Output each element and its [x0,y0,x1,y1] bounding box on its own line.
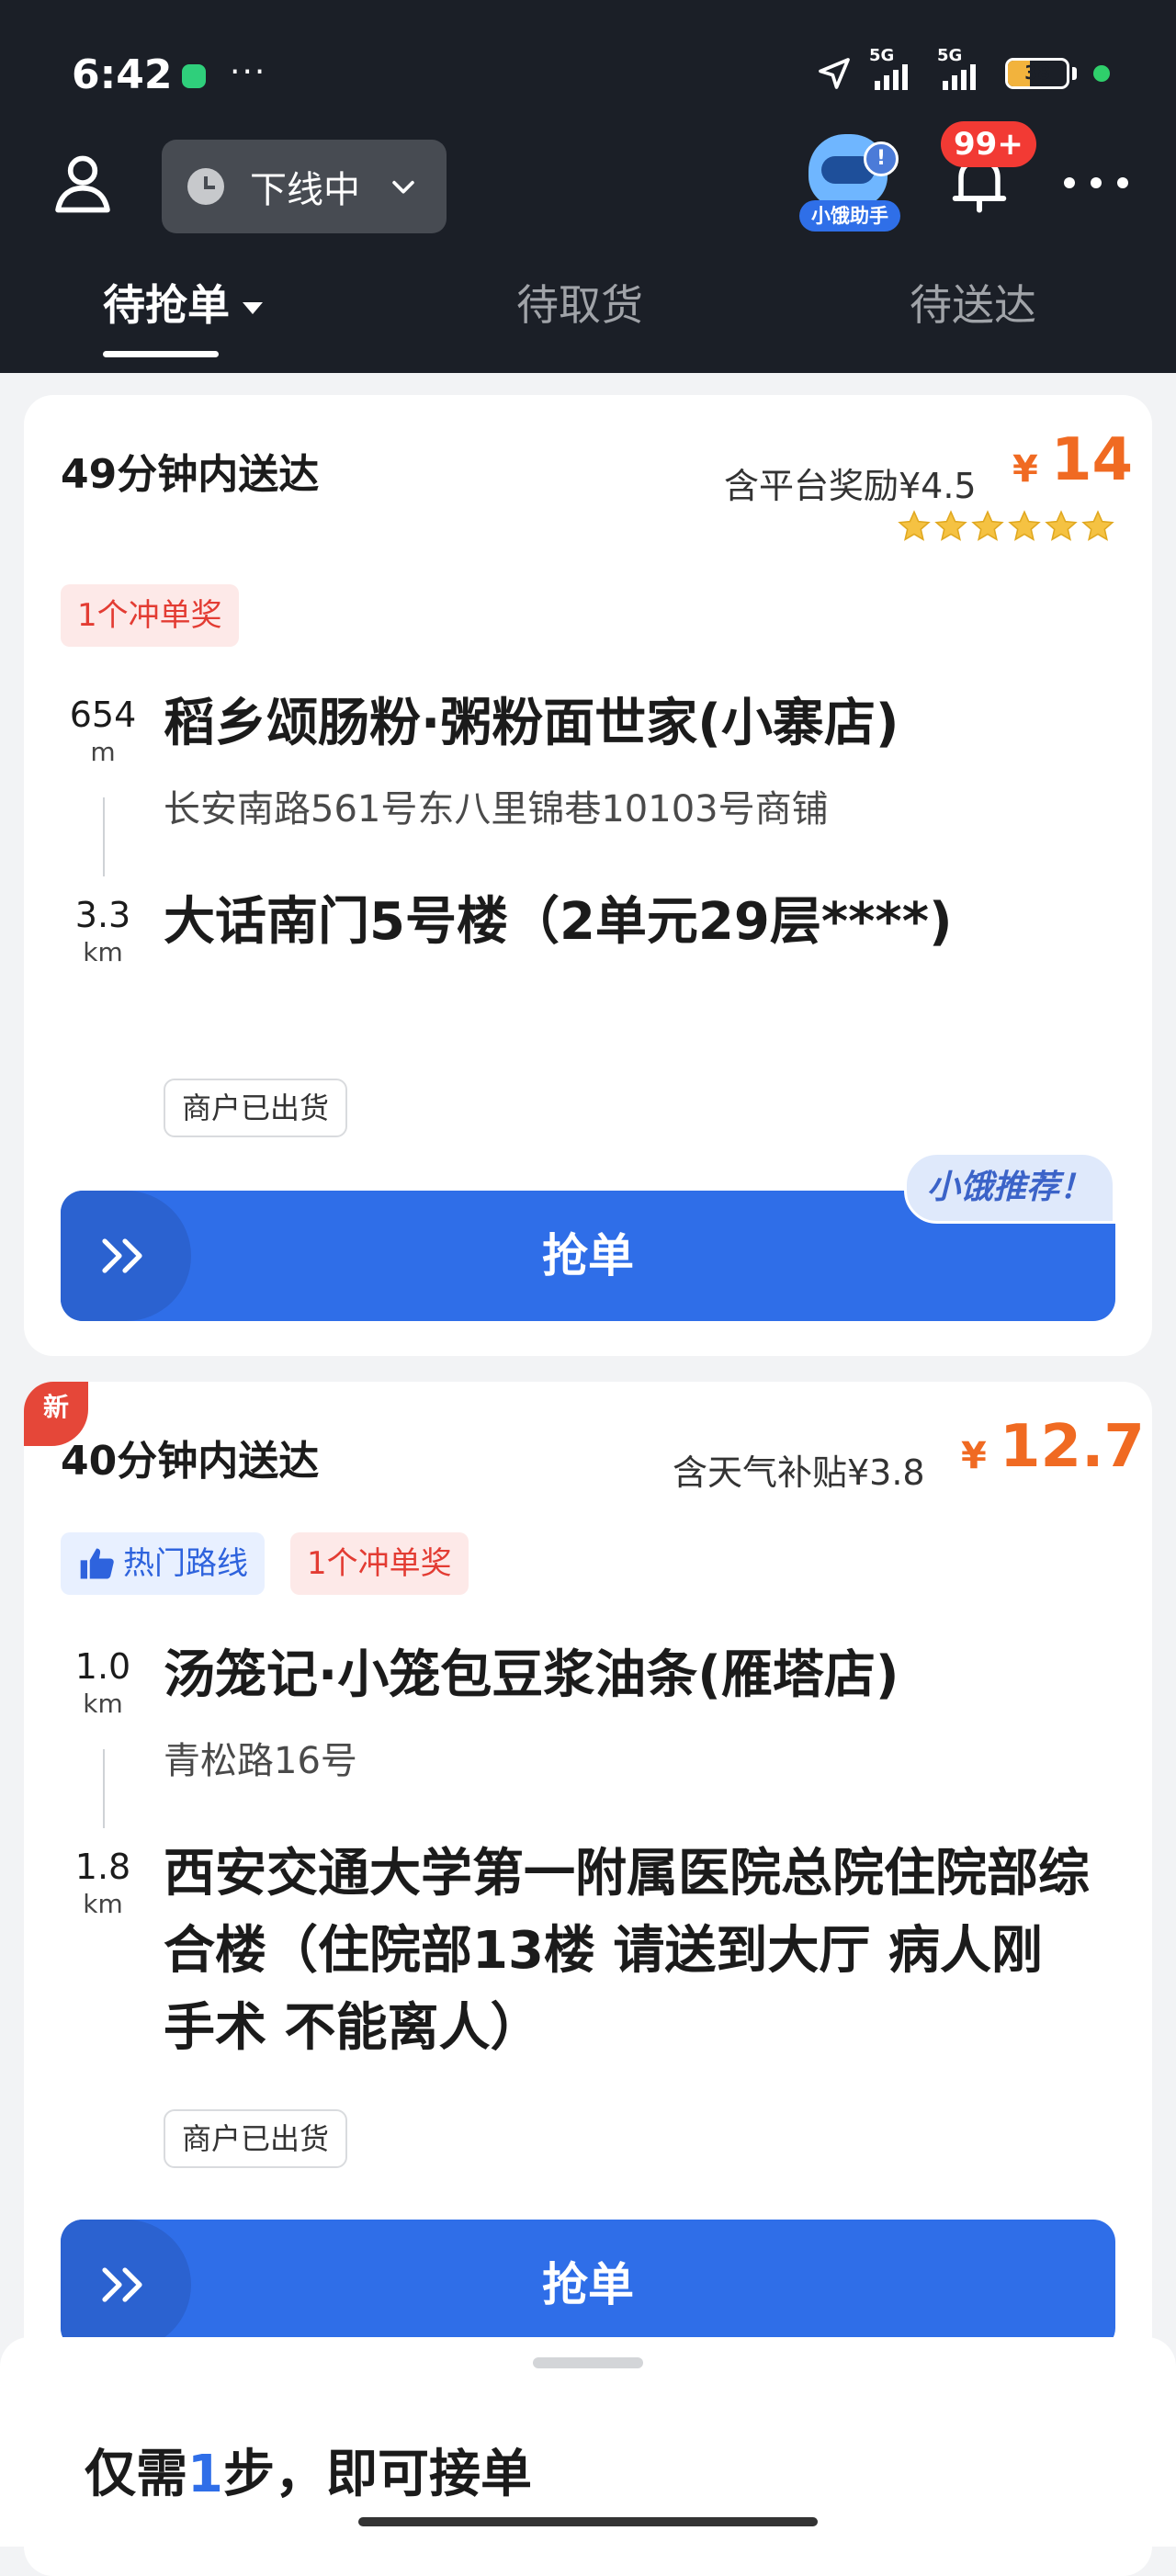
top-header: 6:42 ··· 5G 5G 38 下线中 ! 小饿助手 99+ 待抢单 待取货… [0,0,1176,373]
star-icon [1081,510,1114,541]
star-icon [971,510,1004,541]
network-type-label: 5G [869,46,895,65]
pickup-distance: 1.0 km [74,1646,131,1719]
grab-order-label: 抢单 [542,2258,634,2311]
merchant-shipped-badge: 商户已出货 [164,2109,348,2168]
order-tabs: 待抢单 待取货 待送达 [0,272,1176,373]
shop-address: 青松路16号 [164,1740,357,1782]
status-overflow-icon: ··· [230,53,267,91]
star-icon [1008,510,1041,541]
pickup-distance: 654 m [69,695,137,767]
destination-address: 西安交通大学第一附属医院总院住院部综合楼（住院部13楼 请送到大厅 病人刚手术 … [164,1844,1090,2058]
online-status-label: 下线中 [250,169,360,211]
tab-pending-grab[interactable]: 待抢单 [103,272,263,333]
signal-5g-icon-1: 5G [869,46,921,90]
battery-level: 38 [1024,62,1050,84]
privacy-indicator-dot [1093,65,1110,82]
sheet-drag-handle[interactable] [533,2357,643,2368]
bonus-text: 含平台奖励¥4.5 [724,466,977,506]
assistant-button[interactable]: ! 小饿助手 [794,134,906,237]
thumbs-up-icon [80,1548,114,1579]
route-line [103,797,105,876]
dropoff-distance: 1.8 km [74,1847,131,1919]
active-tab-indicator [103,351,219,357]
signal-5g-icon-2: 5G [937,46,989,90]
home-indicator[interactable] [358,2517,818,2526]
step-count: 1 [187,2445,223,2504]
hot-route-tag: 热门路线 [61,1532,265,1595]
star-icon [934,510,967,541]
shop-name: 稻乡颂肠粉·粥粉面世家(小寨店) [164,694,899,753]
bottom-sheet[interactable]: 仅需1步，即可接单 [0,2337,1176,2547]
shop-address: 长安南路561号东八里锦巷10103号商铺 [164,788,829,830]
sheet-title: 仅需1步，即可接单 [85,2445,532,2504]
shop-name: 汤笼记·小笼包豆浆油条(雁塔店) [164,1645,899,1705]
clock-icon [187,168,224,205]
rush-bonus-tag: 1个冲单奖 [290,1532,469,1595]
rating-stars [897,509,1115,544]
merchant-shipped-badge: 商户已出货 [164,1079,348,1137]
battery-icon: 38 [1005,58,1077,89]
online-status-dropdown[interactable]: 下线中 [162,140,447,233]
assistant-label: 小饿助手 [799,200,900,232]
network-type-label: 5G [937,46,963,65]
destination-address: 大话南门5号楼（2单元29层****) [164,892,953,952]
star-icon [898,510,931,541]
tab-pending-pickup[interactable]: 待取货 [516,272,643,333]
currency-symbol: ¥ [1012,448,1038,491]
notification-count-badge: 99+ [941,121,1036,167]
order-card[interactable]: 49分钟内送达 含平台奖励¥4.5 ¥ 14 1个冲单奖 654 m 稻乡颂肠粉… [24,395,1152,1356]
chevron-down-icon [392,180,414,194]
recommend-badge: 小饿推荐！ [903,1152,1115,1224]
tab-pending-delivery[interactable]: 待送达 [910,272,1036,333]
rush-bonus-tag: 1个冲单奖 [61,584,239,647]
message-app-icon [182,64,206,88]
delivery-time: 40分钟内送达 [61,1438,320,1485]
route-line [103,1749,105,1828]
currency-symbol: ¥ [961,1435,987,1477]
bonus-text: 含天气补贴¥3.8 [673,1452,925,1493]
profile-icon[interactable] [48,149,118,219]
dropoff-distance: 3.3 km [74,895,131,967]
caret-down-icon [243,302,263,314]
order-price: 14 [1051,426,1134,494]
order-price: 12.7 [1000,1413,1145,1481]
delivery-time: 49分钟内送达 [61,451,320,498]
star-icon [1045,510,1078,541]
more-options-icon[interactable] [1064,169,1128,197]
assistant-alert-badge: ! [864,141,899,176]
status-time: 6:42 [72,51,173,98]
grab-order-button[interactable]: 抢单 [61,2220,1115,2350]
location-arrow-icon [819,58,850,89]
status-right-group: 5G 5G 38 [816,46,1110,92]
